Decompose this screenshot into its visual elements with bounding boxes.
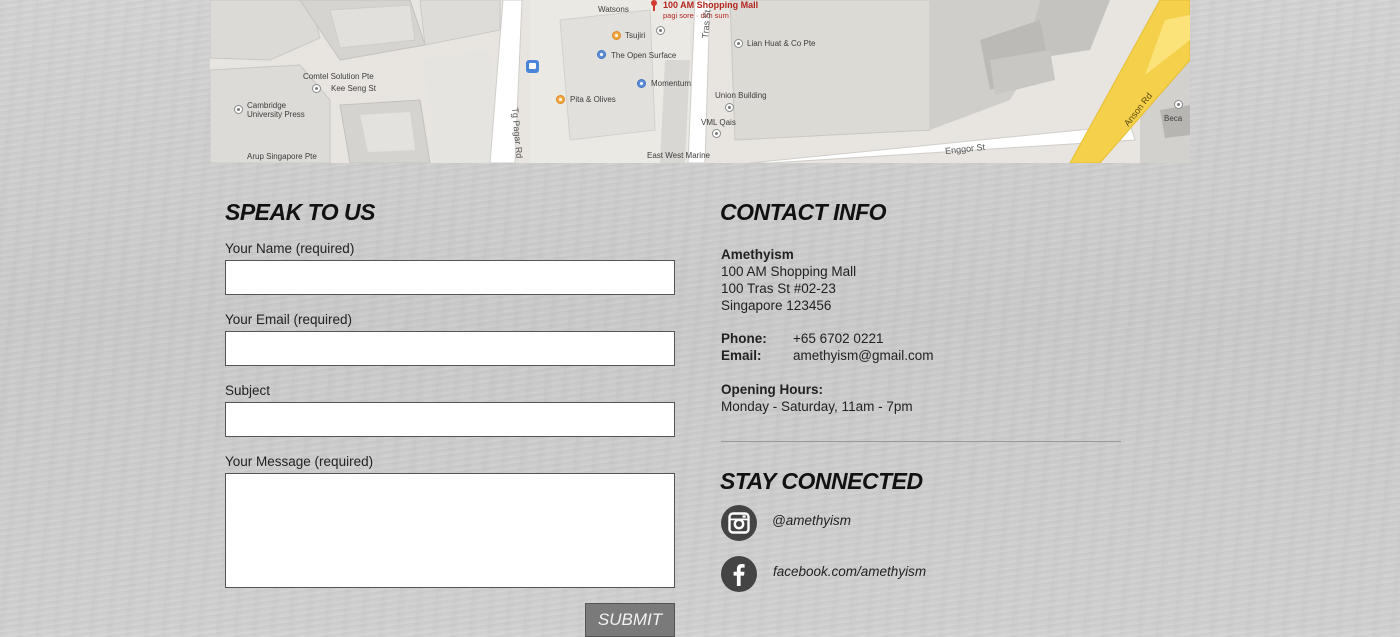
bus-stop-icon[interactable] bbox=[526, 60, 539, 73]
map-label-lian-huat: Lian Huat & Co Pte bbox=[747, 39, 816, 48]
map-label-comtel: Comtel Solution Pte bbox=[303, 72, 374, 81]
email-label: Your Email (required) bbox=[225, 312, 353, 327]
contact-title: CONTACT INFO bbox=[720, 199, 887, 225]
poi-icon[interactable] bbox=[725, 103, 734, 112]
map-label-watsons: Watsons bbox=[598, 5, 629, 14]
map-label-mall: 100 AM Shopping Mall bbox=[663, 0, 759, 10]
poi-icon[interactable] bbox=[656, 26, 665, 35]
address-line-3: Singapore 123456 bbox=[721, 298, 832, 313]
email-info-label: Email: bbox=[721, 348, 762, 363]
map-label-cambridge-2: University Press bbox=[247, 110, 305, 119]
map-pin-icon[interactable] bbox=[651, 0, 657, 11]
map-label-pita: Pita & Olives bbox=[570, 95, 616, 104]
name-label: Your Name (required) bbox=[225, 241, 355, 256]
facebook-icon[interactable] bbox=[721, 556, 757, 592]
map-label-vml: VML Qais bbox=[701, 118, 736, 127]
poi-icon[interactable] bbox=[734, 39, 743, 48]
shop-icon[interactable] bbox=[637, 79, 646, 88]
map-label-east-west: East West Marine bbox=[647, 151, 710, 160]
map-label-union: Union Building bbox=[715, 91, 767, 100]
restaurant-icon[interactable] bbox=[556, 95, 565, 104]
poi-icon[interactable] bbox=[312, 84, 321, 93]
map-label-cambridge-1: Cambridge bbox=[247, 101, 287, 110]
address-line-2: 100 Tras St #02-23 bbox=[721, 281, 836, 296]
restaurant-icon[interactable] bbox=[612, 31, 621, 40]
name-input[interactable] bbox=[225, 260, 675, 295]
subject-input[interactable] bbox=[225, 402, 675, 437]
map-label-momentum: Momentum bbox=[651, 79, 692, 88]
map-label-mall-sub: pagi sore · dim sum bbox=[663, 11, 729, 20]
map-graphics bbox=[210, 0, 1190, 163]
facebook-link[interactable]: facebook.com/amethyism bbox=[773, 564, 926, 579]
email-info-value[interactable]: amethyism@gmail.com bbox=[793, 348, 933, 363]
phone-value: +65 6702 0221 bbox=[793, 331, 884, 346]
email-input[interactable] bbox=[225, 331, 675, 366]
map-label-open-surface: The Open Surface bbox=[611, 51, 677, 60]
form-title: SPEAK TO US bbox=[225, 199, 376, 225]
instagram-handle[interactable]: @amethyism bbox=[772, 513, 851, 528]
poi-icon[interactable] bbox=[234, 105, 243, 114]
hours-label: Opening Hours: bbox=[721, 382, 823, 397]
shop-icon[interactable] bbox=[597, 50, 606, 59]
map-label-tsujiri: Tsujiri bbox=[625, 31, 646, 40]
map-label-beca: Beca bbox=[1164, 114, 1183, 123]
message-label: Your Message (required) bbox=[225, 454, 374, 469]
instagram-icon[interactable] bbox=[721, 505, 757, 541]
social-title: STAY CONNECTED bbox=[720, 468, 923, 494]
company-name: Amethyism bbox=[721, 247, 794, 262]
map-label-kee-seng: Kee Seng St bbox=[331, 84, 376, 93]
poi-icon[interactable] bbox=[1174, 100, 1183, 109]
address-line-1: 100 AM Shopping Mall bbox=[721, 264, 857, 279]
message-textarea[interactable] bbox=[225, 473, 675, 588]
submit-button[interactable]: SUBMIT bbox=[585, 603, 675, 637]
map-label-arup: Arup Singapore Pte bbox=[247, 152, 317, 161]
hours-value: Monday - Saturday, 11am - 7pm bbox=[721, 399, 913, 414]
location-map[interactable]: Watsons 100 AM Shopping Mall pagi sore ·… bbox=[210, 0, 1190, 163]
poi-icon[interactable] bbox=[712, 129, 721, 138]
section-divider bbox=[721, 441, 1121, 442]
subject-label: Subject bbox=[225, 383, 271, 398]
phone-label: Phone: bbox=[721, 331, 767, 346]
